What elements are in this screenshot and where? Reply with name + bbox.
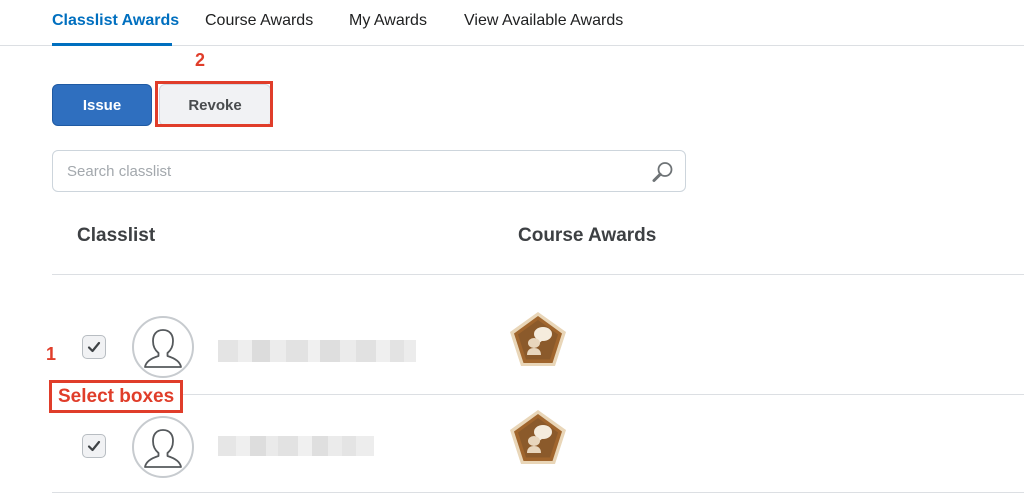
award-badge-icon[interactable] [508, 408, 568, 468]
annotation-select-boxes-label: Select boxes [49, 380, 184, 413]
tab-bar: Classlist Awards Course Awards My Awards… [0, 0, 1024, 46]
tab-classlist-awards[interactable]: Classlist Awards [52, 12, 179, 30]
search-icon[interactable] [651, 160, 675, 184]
column-header-classlist: Classlist [77, 225, 156, 246]
annotation-step-1-number: 1 [46, 344, 57, 364]
revoke-button[interactable]: Revoke [159, 84, 271, 126]
active-tab-indicator [52, 43, 172, 46]
annotation-step-2-number: 2 [195, 50, 206, 70]
search-box [52, 150, 686, 192]
tab-view-available-awards[interactable]: View Available Awards [464, 12, 623, 30]
avatar [132, 316, 194, 378]
user-silhouette-icon [144, 429, 182, 468]
tab-course-awards[interactable]: Course Awards [205, 12, 313, 30]
checkmark-icon [87, 440, 101, 452]
column-header-course-awards: Course Awards [518, 225, 657, 246]
row-divider [52, 492, 1024, 493]
student-name-redacted [218, 436, 374, 456]
search-input[interactable] [67, 160, 627, 182]
tab-my-awards[interactable]: My Awards [349, 12, 427, 30]
student-name-redacted [218, 340, 416, 362]
checkmark-icon [87, 341, 101, 353]
table-row [52, 396, 1024, 494]
row-select-checkbox[interactable] [82, 434, 106, 458]
award-badge-icon[interactable] [508, 310, 568, 370]
row-divider [52, 394, 1024, 395]
table-row [52, 296, 1024, 396]
issue-button[interactable]: Issue [52, 84, 152, 126]
row-select-checkbox[interactable] [82, 335, 106, 359]
header-divider [52, 274, 1024, 275]
user-silhouette-icon [144, 329, 182, 368]
avatar [132, 416, 194, 478]
